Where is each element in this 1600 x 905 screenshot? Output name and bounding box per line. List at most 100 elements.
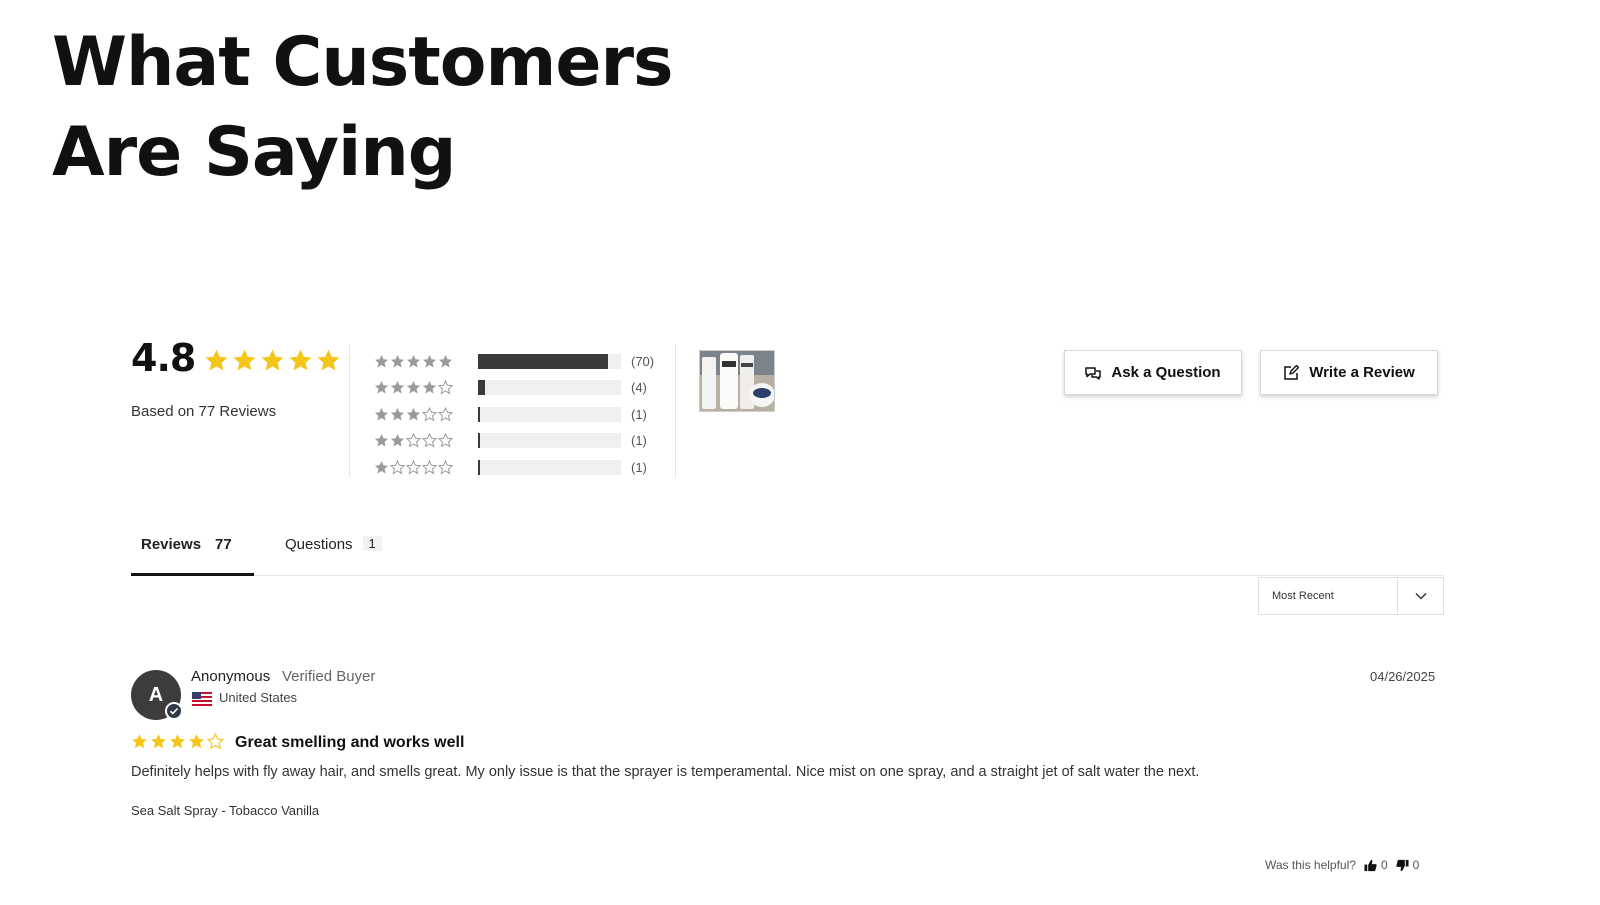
thumbs-up-button[interactable]: 0 <box>1364 858 1388 872</box>
star-empty-icon <box>422 433 437 448</box>
star-filled-icon <box>189 734 204 749</box>
review-product: Sea Salt Spray - Tobacco Vanilla <box>131 803 320 818</box>
star-filled-icon <box>233 349 256 371</box>
star-filled-icon <box>406 381 421 394</box>
tab-reviews-label: Reviews <box>141 536 202 553</box>
star-filled-icon <box>422 354 437 368</box>
tab-questions-count: 1 <box>362 536 382 551</box>
histogram-divider <box>675 344 676 478</box>
histogram-row-stars <box>374 433 478 448</box>
star-filled-icon <box>390 354 405 368</box>
chevron-down-icon <box>1414 592 1427 600</box>
star-filled-icon <box>205 349 228 371</box>
histogram-row-stars <box>374 406 478 422</box>
sort-toggle[interactable] <box>1397 578 1443 614</box>
headline-line-1: What Customers <box>52 23 673 102</box>
headline-line-2: Are Saying <box>52 113 456 192</box>
review-author: Anonymous <box>191 668 271 685</box>
summary-divider <box>349 344 350 478</box>
histogram-row-stars <box>374 380 478 395</box>
section-headline: What Customers Are Saying <box>52 18 752 198</box>
star-filled-icon <box>170 734 185 749</box>
verified-buyer-label: Verified Buyer <box>282 668 376 685</box>
customer-photo-thumbnail[interactable] <box>699 350 775 412</box>
histogram-count: (4) <box>631 380 647 396</box>
histogram-count: (70) <box>631 353 655 369</box>
thumbs-up-icon <box>1364 859 1377 871</box>
star-filled-icon <box>390 381 405 394</box>
histogram-row-stars <box>374 354 478 369</box>
histogram-bar <box>478 433 621 449</box>
star-empty-icon <box>422 459 437 475</box>
histogram-row-3-star[interactable]: (1) <box>374 401 654 428</box>
us-flag-icon <box>192 692 212 706</box>
product-photo-icon <box>700 351 774 411</box>
star-empty-icon <box>390 459 405 475</box>
histogram-bar <box>478 459 621 475</box>
tab-questions[interactable]: Questions 1 <box>285 524 382 576</box>
histogram-bar-fill <box>478 380 486 396</box>
star-empty-icon <box>207 733 224 750</box>
star-filled-icon <box>406 354 421 368</box>
reviews-tabs: Reviews 77 Questions 1 <box>131 524 1444 576</box>
review-title: Great smelling and works well <box>235 734 465 751</box>
ask-question-label: Ask a Question <box>1111 364 1221 381</box>
star-filled-icon <box>374 407 389 421</box>
average-stars <box>204 348 341 373</box>
write-review-button[interactable]: Write a Review <box>1260 350 1438 395</box>
histogram-row-1-star[interactable]: (1) <box>374 454 654 481</box>
histogram-row-2-star[interactable]: (1) <box>374 428 654 455</box>
histogram-bar <box>478 406 621 422</box>
thumbs-up-count: 0 <box>1380 858 1388 872</box>
thumbs-down-button[interactable]: 0 <box>1395 858 1420 872</box>
sort-selected-value: Most Recent <box>1272 590 1334 602</box>
histogram-row-stars <box>374 459 478 475</box>
sort-select[interactable]: Most Recent <box>1258 577 1444 615</box>
chat-bubbles-icon <box>1085 366 1102 380</box>
review-stars <box>131 733 224 750</box>
histogram-count: (1) <box>631 406 647 422</box>
star-empty-icon <box>406 433 421 448</box>
histogram-row-4-star[interactable]: (4) <box>374 375 654 402</box>
review-date: 04/26/2025 <box>1370 669 1436 684</box>
based-on-count: Based on 77 Reviews <box>131 403 277 420</box>
star-filled-icon <box>374 434 389 447</box>
star-filled-icon <box>374 354 389 368</box>
histogram-bar <box>478 353 621 369</box>
histogram-row-5-star[interactable]: (70) <box>374 348 654 375</box>
histogram-bar-fill <box>478 353 608 369</box>
star-filled-icon <box>374 381 389 394</box>
histogram-count: (1) <box>631 459 647 475</box>
star-filled-icon <box>151 734 166 749</box>
star-filled-icon <box>374 460 389 474</box>
tab-reviews[interactable]: Reviews 77 <box>131 524 254 576</box>
average-rating: 4.8 <box>131 336 196 380</box>
histogram-bar <box>478 380 621 396</box>
ask-question-button[interactable]: Ask a Question <box>1064 350 1242 395</box>
histogram-count: (1) <box>631 433 647 449</box>
star-filled-icon <box>261 349 284 371</box>
histogram-bar-fill <box>478 406 480 422</box>
helpful-votes: Was this helpful? 0 0 <box>1265 858 1419 872</box>
write-review-label: Write a Review <box>1309 364 1415 381</box>
star-empty-icon <box>438 380 453 395</box>
star-filled-icon <box>390 434 405 447</box>
edit-icon <box>1284 364 1300 380</box>
star-empty-icon <box>438 406 453 422</box>
tab-reviews-count: 77 <box>215 536 232 553</box>
star-filled-icon <box>406 407 421 421</box>
rating-histogram: (70) (4) (1) (1) (1) <box>374 348 654 481</box>
tab-questions-label: Questions <box>285 536 353 553</box>
star-empty-icon <box>422 406 437 422</box>
histogram-bar-fill <box>478 459 480 475</box>
review-country: United States <box>219 690 298 705</box>
star-filled-icon <box>422 381 437 394</box>
thumbs-down-count: 0 <box>1412 858 1420 872</box>
star-empty-icon <box>406 459 421 475</box>
star-filled-icon <box>317 349 340 371</box>
histogram-bar-fill <box>478 433 480 449</box>
thumbs-down-icon <box>1395 859 1409 871</box>
star-filled-icon <box>132 734 147 749</box>
star-empty-icon <box>438 459 453 475</box>
helpful-label: Was this helpful? <box>1265 858 1356 872</box>
